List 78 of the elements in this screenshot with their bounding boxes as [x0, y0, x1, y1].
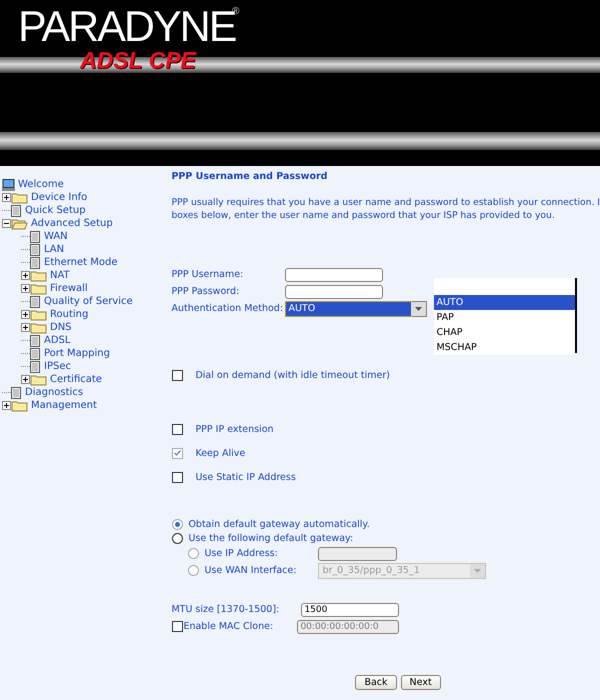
document-icon [30, 256, 41, 268]
tree-item[interactable]: Management [31, 400, 97, 411]
document-icon [30, 296, 41, 308]
expand-icon[interactable] [21, 310, 30, 319]
mtu-field[interactable]: 1500 [301, 602, 400, 616]
checkbox[interactable] [172, 472, 184, 482]
document-icon [30, 244, 41, 256]
field-label: Authentication Method: [171, 303, 284, 314]
checkbox-label: Use Static IP Address [195, 472, 296, 482]
expand-icon[interactable] [21, 375, 30, 384]
page-title: PPP Username and Password [171, 171, 328, 182]
tree-item[interactable]: Ethernet Mode [44, 257, 118, 268]
checkmark-icon [174, 450, 182, 456]
folder-icon [11, 400, 28, 412]
folder-icon [30, 308, 47, 320]
tree-item[interactable]: Firewall [50, 283, 88, 294]
checkbox-label: PPP IP extension [195, 424, 274, 434]
expand-icon[interactable] [2, 401, 11, 410]
checkbox-label: Keep Alive [195, 448, 246, 458]
computer-icon [2, 178, 15, 190]
radio-label: Use the following default gateway: [188, 532, 354, 544]
radio-label: Use IP Address: [204, 548, 279, 559]
tree-item[interactable]: WAN [44, 231, 68, 242]
folder-icon [30, 282, 47, 294]
checkbox[interactable] [172, 621, 184, 632]
tree-item[interactable]: Port Mapping [44, 348, 110, 359]
tree-item[interactable]: Certificate [50, 374, 102, 385]
field-label: PPP Username: [171, 269, 244, 280]
tree-item[interactable]: Quick Setup [25, 205, 86, 216]
radio-label: Use WAN Interface: [204, 565, 298, 576]
tree-item[interactable]: IPSec [44, 361, 71, 372]
document-icon [11, 386, 22, 398]
username-field[interactable] [285, 268, 384, 282]
tree-item[interactable]: Device Info [31, 192, 88, 203]
radio-button[interactable] [172, 532, 184, 544]
field-label: PPP Password: [171, 286, 240, 297]
auth-method-dropdown[interactable]: AUTO [285, 300, 428, 316]
nav-button[interactable]: Next [400, 675, 441, 690]
folder-icon [30, 374, 47, 386]
collapse-icon[interactable] [2, 219, 11, 228]
checkbox-label: Dial on demand (with idle timeout timer) [195, 370, 390, 381]
expand-icon[interactable] [21, 271, 30, 280]
tree-item[interactable]: Welcome [18, 179, 64, 190]
expand-icon[interactable] [2, 193, 11, 202]
dropdown-option[interactable]: MSCHAP [434, 340, 576, 355]
tree-item[interactable]: ADSL [44, 335, 70, 346]
checkbox-label: Enable MAC Clone: [183, 621, 274, 632]
nav-button[interactable]: Back [355, 675, 397, 690]
radio-button[interactable] [188, 548, 200, 559]
caret-icon [474, 568, 482, 572]
document-icon [30, 334, 41, 346]
checkbox[interactable] [172, 424, 184, 434]
tree-item[interactable]: DNS [50, 322, 72, 333]
expand-icon[interactable] [21, 284, 30, 293]
document-icon [30, 348, 41, 360]
tree-item[interactable]: Quality of Service [44, 296, 133, 307]
tree-item[interactable]: LAN [44, 244, 64, 255]
document-icon [30, 230, 41, 242]
folder-icon [30, 322, 47, 334]
radio-label: Obtain default gateway automatically. [188, 518, 370, 530]
open-folder-icon [11, 218, 28, 230]
folder-icon [11, 192, 28, 204]
checkbox[interactable] [172, 370, 184, 381]
tree-item[interactable]: Diagnostics [25, 387, 84, 398]
caret-icon [415, 306, 422, 310]
radio-button[interactable] [188, 565, 200, 576]
tree-item[interactable]: NAT [50, 270, 70, 281]
tree-item[interactable]: Routing [50, 309, 88, 320]
document-icon [11, 204, 22, 216]
intro-text: PPP usually requires that you have a user name and password to establish your connection. I [171, 196, 600, 209]
tree-item[interactable]: Advanced Setup [31, 218, 113, 229]
field-label: MTU size [1370-1500]: [171, 604, 280, 615]
dropdown-option[interactable]: AUTO [434, 295, 576, 310]
password-field[interactable] [285, 284, 384, 298]
expand-icon[interactable] [21, 323, 30, 332]
document-icon [30, 360, 41, 372]
intro-text: boxes below, enter the user name and password that your ISP has provided to you. [171, 209, 556, 222]
folder-icon [30, 270, 47, 282]
